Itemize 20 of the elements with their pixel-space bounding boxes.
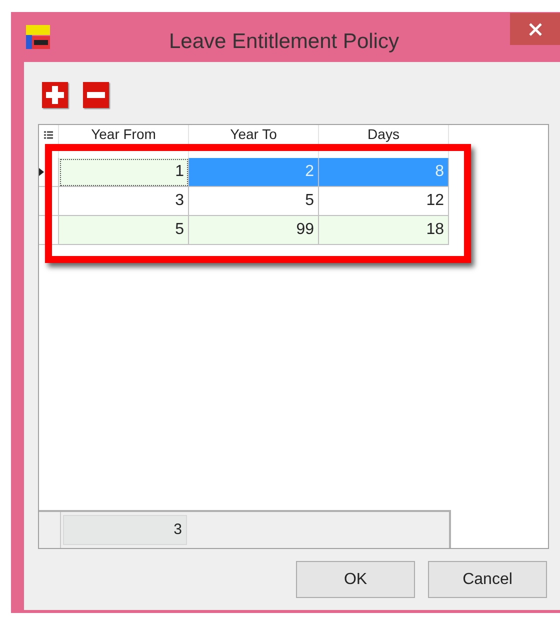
table-cell[interactable]: 1 <box>59 158 189 187</box>
table-cell[interactable]: 99 <box>189 216 319 245</box>
table-cell[interactable]: 5 <box>59 216 189 245</box>
list-icon <box>44 131 53 140</box>
summary-cell: 3 <box>63 515 187 545</box>
table-cell[interactable]: 5 <box>189 187 319 216</box>
window-title: Leave Entitlement Policy <box>169 29 399 55</box>
plus-icon <box>46 86 64 104</box>
table-cell[interactable]: 12 <box>319 187 449 216</box>
app-icon <box>25 24 51 50</box>
add-button[interactable] <box>42 82 68 108</box>
close-icon <box>528 22 542 36</box>
dialog-button[interactable]: OK <box>296 561 415 598</box>
table-cell[interactable]: 18 <box>319 216 449 245</box>
close-button[interactable] <box>510 13 560 45</box>
table-cell[interactable]: 3 <box>59 187 189 216</box>
current-row-icon <box>39 168 44 176</box>
dialog-button[interactable]: Cancel <box>428 561 547 598</box>
minus-icon <box>87 92 105 98</box>
remove-button[interactable] <box>83 82 109 108</box>
